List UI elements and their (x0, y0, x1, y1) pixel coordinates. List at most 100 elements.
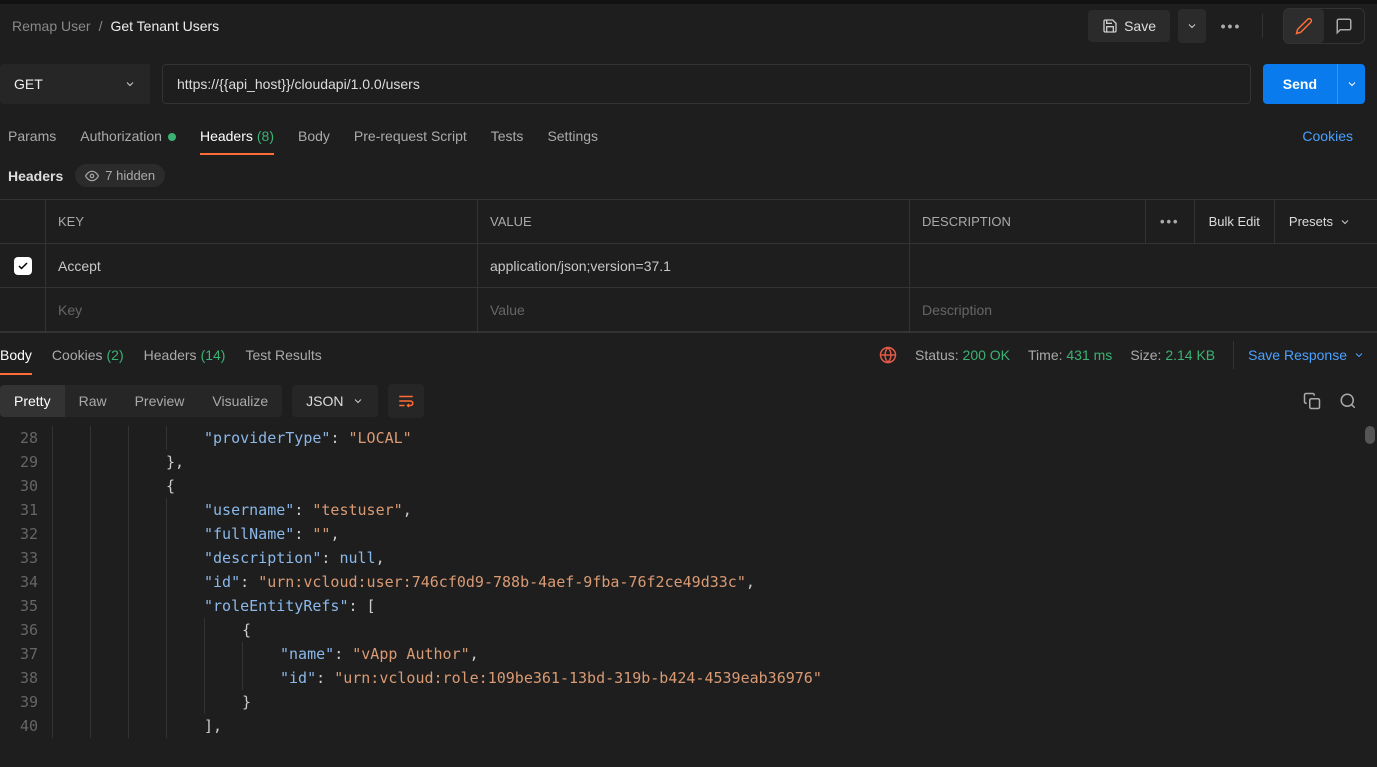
scrollbar-thumb[interactable] (1365, 426, 1375, 444)
chevron-down-icon (1339, 216, 1351, 228)
save-button[interactable]: Save (1088, 10, 1170, 42)
method-value: GET (14, 76, 43, 92)
size-label: Size: 2.14 KB (1130, 347, 1215, 363)
col-description: DESCRIPTION ••• Bulk Edit Presets (910, 200, 1377, 243)
breadcrumb-current: Get Tenant Users (110, 18, 219, 34)
tab-params[interactable]: Params (8, 118, 56, 154)
top-bar: Remap User / Get Tenant Users Save ••• (0, 0, 1377, 48)
header-key-input[interactable]: Key (46, 288, 478, 331)
save-label: Save (1124, 18, 1156, 34)
response-body[interactable]: 28"providerType": "LOCAL"29},30{31"usern… (0, 426, 1377, 746)
tab-settings[interactable]: Settings (547, 118, 598, 154)
hidden-label: 7 hidden (105, 168, 155, 183)
tab-prerequest[interactable]: Pre-request Script (354, 118, 467, 154)
globe-icon[interactable] (879, 346, 897, 364)
send-label: Send (1283, 76, 1317, 92)
breadcrumb-separator: / (99, 18, 103, 34)
wrap-icon (397, 392, 415, 410)
code-line: 32"fullName": "", (0, 522, 1377, 546)
chevron-down-icon (1353, 349, 1365, 361)
view-pretty[interactable]: Pretty (0, 385, 65, 417)
response-tabs: Body Cookies(2) Headers(14) Test Results… (0, 332, 1377, 376)
save-icon (1102, 18, 1118, 34)
header-checkbox[interactable] (14, 257, 32, 275)
headers-table: KEY VALUE DESCRIPTION ••• Bulk Edit Pres… (0, 199, 1377, 332)
code-line: 40], (0, 714, 1377, 738)
headers-subheader: Headers 7 hidden (0, 156, 1377, 199)
send-options-button[interactable] (1337, 64, 1365, 104)
col-key: KEY (46, 200, 478, 243)
code-line: 31"username": "testuser", (0, 498, 1377, 522)
format-select[interactable]: JSON (292, 385, 377, 417)
code-line: 35"roleEntityRefs": [ (0, 594, 1377, 618)
save-options-button[interactable] (1178, 9, 1206, 43)
code-line: 36{ (0, 618, 1377, 642)
view-raw[interactable]: Raw (65, 385, 121, 417)
status-dot-icon (168, 133, 176, 141)
code-line: 28"providerType": "LOCAL" (0, 426, 1377, 450)
tab-tests[interactable]: Tests (491, 118, 524, 154)
header-more-button[interactable]: ••• (1145, 200, 1194, 244)
url-value: https://{{api_host}}/cloudapi/1.0.0/user… (177, 76, 420, 92)
headers-table-head: KEY VALUE DESCRIPTION ••• Bulk Edit Pres… (0, 200, 1377, 244)
header-desc-input[interactable] (910, 244, 1377, 287)
chevron-down-icon (1346, 78, 1358, 90)
resp-tab-body[interactable]: Body (0, 335, 42, 375)
more-options-button[interactable]: ••• (1214, 9, 1248, 43)
code-line: 39} (0, 690, 1377, 714)
tab-headers[interactable]: Headers(8) (200, 118, 274, 154)
cookies-link[interactable]: Cookies (1302, 128, 1353, 144)
more-icon: ••• (1221, 18, 1242, 34)
time-label: Time: 431 ms (1028, 347, 1112, 363)
chevron-down-icon (352, 395, 364, 407)
pencil-icon (1295, 17, 1313, 35)
status-label: Status: 200 OK (915, 347, 1010, 363)
request-row: GET https://{{api_host}}/cloudapi/1.0.0/… (0, 48, 1377, 116)
header-row-empty: Key Value Description (0, 288, 1377, 332)
col-value: VALUE (478, 200, 910, 243)
view-visualize[interactable]: Visualize (198, 385, 282, 417)
comments-button[interactable] (1324, 9, 1364, 43)
breadcrumb-parent[interactable]: Remap User (12, 18, 91, 34)
search-button[interactable] (1339, 392, 1357, 410)
chevron-down-icon (124, 78, 136, 90)
code-line: 33"description": null, (0, 546, 1377, 570)
resp-tab-cookies[interactable]: Cookies(2) (42, 335, 134, 375)
url-input[interactable]: https://{{api_host}}/cloudapi/1.0.0/user… (162, 64, 1251, 104)
code-line: 38"id": "urn:vcloud:role:109be361-13bd-3… (0, 666, 1377, 690)
header-value-input[interactable]: application/json;version=37.1 (478, 244, 910, 287)
comment-icon (1335, 17, 1353, 35)
hidden-headers-toggle[interactable]: 7 hidden (75, 164, 165, 187)
headers-label: Headers (8, 168, 63, 184)
code-line: 29}, (0, 450, 1377, 474)
search-icon (1339, 392, 1357, 410)
request-tabs: Params Authorization Headers(8) Body Pre… (0, 116, 1377, 156)
divider (1262, 14, 1263, 38)
resp-tab-headers[interactable]: Headers(14) (134, 335, 236, 375)
method-select[interactable]: GET (0, 64, 150, 104)
more-icon: ••• (1160, 214, 1180, 229)
chevron-down-icon (1186, 20, 1198, 32)
view-preview[interactable]: Preview (121, 385, 199, 417)
resp-tab-testresults[interactable]: Test Results (235, 335, 331, 375)
presets-button[interactable]: Presets (1274, 200, 1365, 244)
save-response-button[interactable]: Save Response (1233, 341, 1365, 369)
tab-body[interactable]: Body (298, 118, 330, 154)
header-key-input[interactable]: Accept (46, 244, 478, 287)
header-row: Accept application/json;version=37.1 (0, 244, 1377, 288)
code-line: 37"name": "vApp Author", (0, 642, 1377, 666)
send-button[interactable]: Send (1263, 64, 1337, 104)
header-value-input[interactable]: Value (478, 288, 910, 331)
copy-button[interactable] (1303, 392, 1321, 410)
code-line: 34"id": "urn:vcloud:user:746cf0d9-788b-4… (0, 570, 1377, 594)
eye-icon (85, 169, 99, 183)
copy-icon (1303, 392, 1321, 410)
tab-authorization[interactable]: Authorization (80, 118, 176, 154)
check-icon (17, 260, 29, 272)
view-row: Pretty Raw Preview Visualize JSON (0, 376, 1377, 426)
edit-button[interactable] (1284, 9, 1324, 43)
header-desc-input[interactable]: Description (910, 288, 1377, 331)
wrap-lines-button[interactable] (388, 384, 424, 418)
breadcrumb: Remap User / Get Tenant Users (12, 18, 219, 34)
bulk-edit-button[interactable]: Bulk Edit (1194, 200, 1274, 244)
